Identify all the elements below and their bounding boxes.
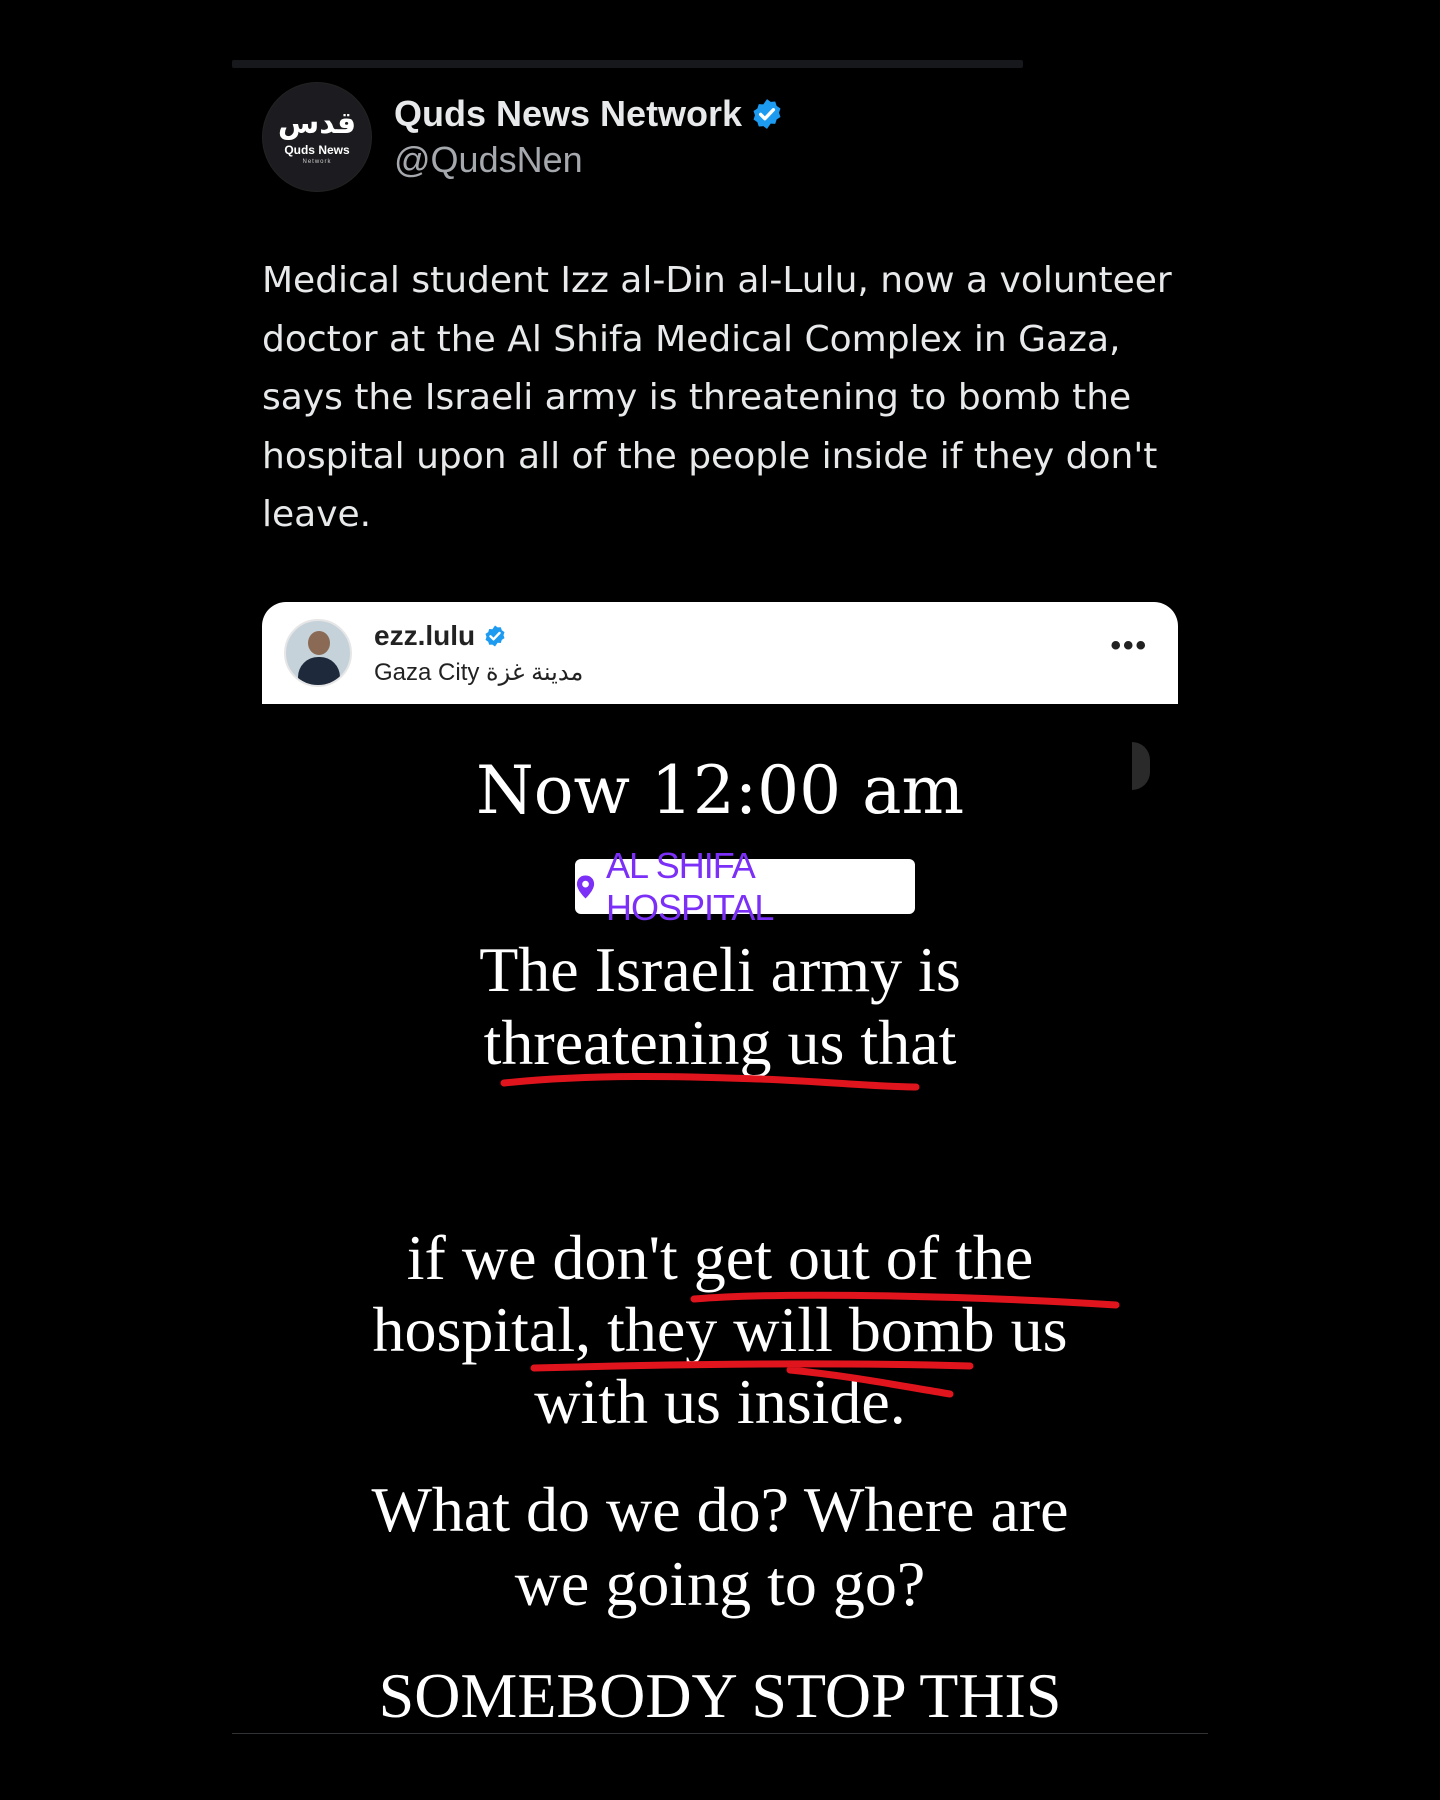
location-sticker[interactable]: AL SHIFA HOSPITAL xyxy=(575,845,915,928)
story-line-8: SOMEBODY STOP THIS xyxy=(378,1660,1062,1731)
story-line-7: we going to go? xyxy=(514,1548,926,1619)
display-name-row: Quds News Network xyxy=(394,93,784,135)
story-location[interactable]: Gaza City مدينة غزة xyxy=(374,658,583,687)
avatar-logo-english: Quds News xyxy=(284,143,350,157)
location-pin-icon xyxy=(576,875,595,898)
avatar-logo-sub: Network xyxy=(302,159,332,165)
story-avatar[interactable] xyxy=(284,619,352,687)
story-line-6: What do we do? Where are xyxy=(371,1474,1069,1545)
location-sticker-text: AL SHIFA HOSPITAL xyxy=(606,844,774,928)
red-underline-3 xyxy=(530,1360,974,1398)
red-underline-2 xyxy=(690,1291,1120,1309)
story-meta: ezz.lulu Gaza City مدينة غزة xyxy=(374,620,583,687)
avatar-head-shape xyxy=(308,631,330,655)
avatar-body-shape xyxy=(298,657,340,685)
account-handle[interactable]: @QudsNen xyxy=(394,139,784,181)
story-verified-badge-icon xyxy=(485,625,505,646)
account-avatar[interactable]: قدس Quds News Network xyxy=(262,82,372,192)
avatar-logo-arabic: قدس xyxy=(277,106,357,141)
tweet-header: قدس Quds News Network Quds News Network … xyxy=(262,82,784,192)
account-names: Quds News Network @QudsNen xyxy=(394,93,784,181)
story-username[interactable]: ezz.lulu xyxy=(374,620,475,652)
story-time-text: Now 12:00 am xyxy=(475,752,965,829)
story-user-row: ezz.lulu xyxy=(374,620,583,652)
story-line-3: if we don't get out of the xyxy=(406,1222,1034,1293)
display-name[interactable]: Quds News Network xyxy=(394,93,742,135)
more-horizontal-icon[interactable]: ••• xyxy=(1110,631,1148,661)
verified-badge-icon xyxy=(753,99,781,129)
story-line-1: The Israeli army is xyxy=(479,934,961,1005)
tweet-text: Medical student Izz al-Din al-Lulu, now … xyxy=(262,260,1172,535)
story-header: ezz.lulu Gaza City مدينة غزة ••• xyxy=(262,602,1178,704)
top-divider xyxy=(232,60,1023,68)
red-underline-1 xyxy=(500,1073,920,1091)
tweet-media[interactable]: ezz.lulu Gaza City مدينة غزة ••• Now 12:… xyxy=(262,602,1178,1733)
bottom-divider xyxy=(232,1733,1208,1734)
